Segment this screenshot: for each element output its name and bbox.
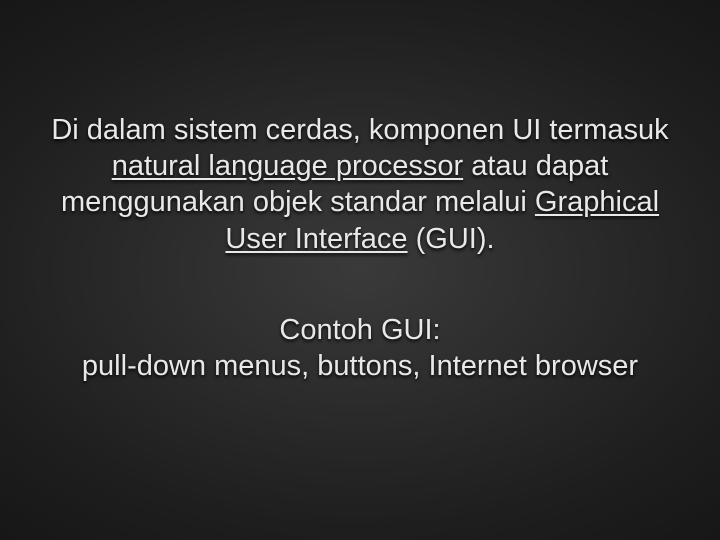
text-segment: Di dalam sistem cerdas, komponen UI term… (51, 114, 668, 146)
example-heading: Contoh GUI: (82, 312, 638, 348)
text-segment: (GUI). (408, 223, 495, 255)
paragraph-example: Contoh GUI: pull-down menus, buttons, In… (82, 312, 638, 385)
example-list: pull-down menus, buttons, Internet brows… (82, 348, 638, 384)
paragraph-main: Di dalam sistem cerdas, komponen UI term… (50, 112, 670, 257)
underlined-term-nlp: natural language processor (112, 150, 463, 182)
